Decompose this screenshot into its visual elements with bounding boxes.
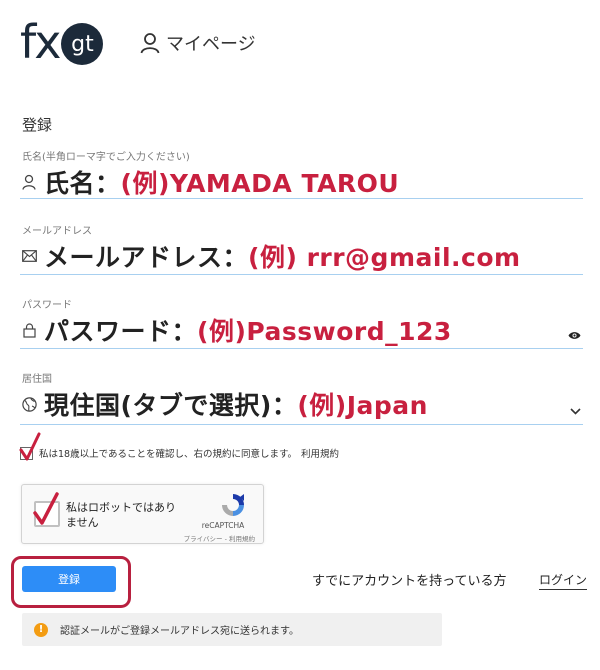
country-field-prefix: 現住国(タブで選択)： bbox=[44, 391, 298, 420]
globe-icon bbox=[20, 395, 38, 413]
lock-icon bbox=[20, 321, 38, 339]
info-icon: ! bbox=[34, 622, 48, 637]
fxgt-logo[interactable]: fx gt bbox=[20, 14, 104, 70]
password-field-prefix: パスワード： bbox=[44, 317, 198, 346]
terms-row: 私は18歳以上であることを確認し、右の規約に同意します。 利用規約 bbox=[19, 432, 339, 460]
login-link[interactable]: ログイン bbox=[539, 571, 588, 590]
password-field-example: (例)Password_123 bbox=[197, 317, 452, 346]
register-button[interactable]: 登録 bbox=[22, 566, 116, 592]
country-select[interactable]: 現住国(タブで選択)： (例)Japan bbox=[20, 386, 583, 425]
email-field-label: メールアドレス bbox=[22, 226, 92, 237]
recaptcha-links[interactable]: プライバシー - 利用規約 bbox=[184, 533, 255, 543]
country-field-label: 居住国 bbox=[22, 374, 52, 385]
recaptcha-widget: 私はロボットではありません reCAPTCHA プライバシー - 利用規約 bbox=[21, 484, 264, 544]
logo-gt-badge: gt bbox=[61, 23, 104, 65]
recaptcha-brand: reCAPTCHA bbox=[201, 521, 245, 530]
person-icon bbox=[20, 173, 38, 191]
password-field-label: パスワード bbox=[22, 300, 72, 311]
password-field[interactable]: パスワード： (例)Password_123 bbox=[20, 312, 583, 349]
email-field[interactable]: メールアドレス： (例) rrr@gmail.com bbox=[20, 238, 583, 275]
name-field[interactable]: 氏名： (例)YAMADA TAROU bbox=[20, 164, 583, 199]
recaptcha-logo-icon bbox=[222, 494, 244, 516]
name-field-prefix: 氏名： bbox=[44, 169, 121, 198]
info-notice: ! 認証メールがご登録メールアドレス宛に送られます。 bbox=[22, 613, 442, 646]
person-icon bbox=[140, 33, 160, 54]
mypage-label: マイページ bbox=[166, 34, 256, 55]
recaptcha-label: 私はロボットではありません bbox=[66, 501, 176, 529]
name-field-label: 氏名(半角ローマ字でご入力ください) bbox=[22, 152, 190, 163]
country-field-example: (例)Japan bbox=[297, 391, 428, 420]
mypage-link[interactable]: マイページ bbox=[140, 30, 256, 56]
name-field-example: (例)YAMADA TAROU bbox=[120, 169, 400, 198]
section-title: 登録 bbox=[22, 116, 53, 134]
checkmark-icon bbox=[19, 432, 41, 460]
email-field-prefix: メールアドレス： bbox=[44, 243, 249, 272]
mail-icon bbox=[20, 247, 38, 265]
terms-checkbox[interactable] bbox=[19, 432, 41, 460]
logo-fx-text: fx bbox=[20, 15, 61, 69]
chevron-down-icon[interactable] bbox=[570, 400, 581, 419]
terms-text: 私は18歳以上であることを確認し、右の規約に同意します。 bbox=[39, 449, 298, 460]
eye-icon[interactable] bbox=[568, 325, 581, 344]
terms-link[interactable]: 利用規約 bbox=[301, 446, 339, 460]
existing-account-text: すでにアカウントを持っている方 bbox=[312, 574, 507, 589]
recaptcha-checkmark-icon bbox=[33, 492, 59, 525]
notice-text: 認証メールがご登録メールアドレス宛に送られます。 bbox=[60, 626, 299, 637]
email-field-example: (例) rrr@gmail.com bbox=[248, 243, 521, 272]
